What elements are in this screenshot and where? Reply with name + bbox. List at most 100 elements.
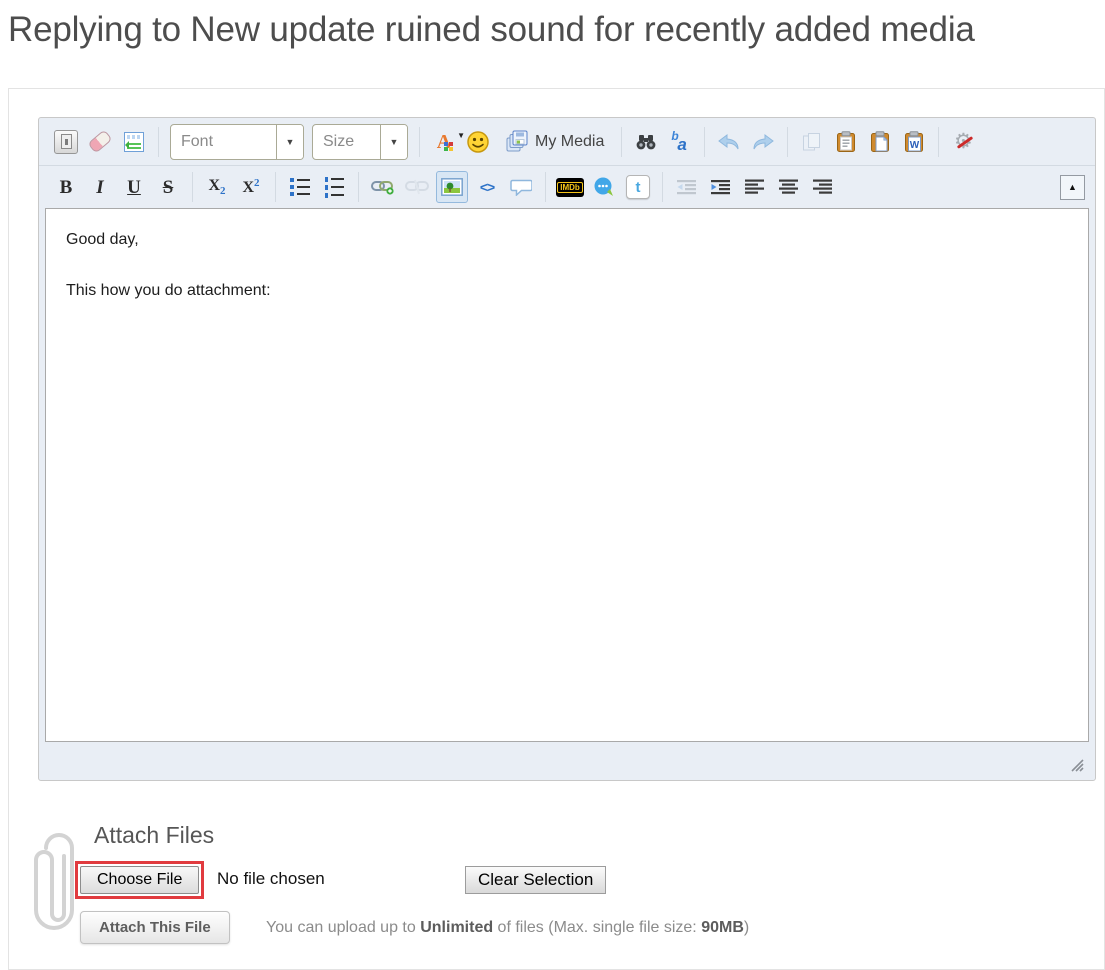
my-media-button[interactable]: My Media (497, 127, 612, 157)
twitter-icon: t (626, 175, 650, 199)
numbered-list-button[interactable] (319, 172, 349, 202)
font-select-label: Font (181, 132, 214, 150)
cleanup-formatting-button[interactable]: ⚙ (948, 127, 978, 157)
toggle-side-panel-button[interactable] (119, 127, 149, 157)
redo-button[interactable] (748, 127, 778, 157)
align-left-icon (745, 179, 764, 194)
font-color-button[interactable]: A ▼ (429, 127, 465, 157)
font-select[interactable]: Font ▼ (170, 123, 304, 160)
light-switch-icon (54, 129, 78, 154)
choose-file-button[interactable]: Choose File (80, 866, 200, 894)
undo-arrow-icon (718, 133, 739, 149)
copy-icon (803, 132, 821, 150)
find-button[interactable] (631, 127, 661, 157)
align-left-button[interactable] (740, 172, 770, 202)
subscript-button[interactable]: X2 (202, 172, 232, 202)
toolbar-separator (662, 172, 663, 202)
toolbar-separator (545, 172, 546, 202)
outdent-button[interactable] (672, 172, 702, 202)
toolbar-separator (938, 126, 940, 157)
image-icon (441, 178, 463, 196)
code-button[interactable]: <> (472, 172, 502, 202)
my-media-label: My Media (535, 132, 605, 150)
svg-text:W: W (910, 140, 920, 151)
quote-bubble-icon (510, 179, 532, 196)
rich-text-editor: Font ▼ Size ▼ A ▼ (38, 117, 1096, 781)
toolbar-separator (158, 126, 159, 157)
replace-icon: b a (671, 128, 687, 154)
my-media-icon (506, 130, 528, 151)
insert-link-button[interactable] (368, 172, 398, 202)
clear-selection-button[interactable]: Clear Selection (465, 866, 607, 894)
editor-toolbar-row2: B I U S X2 X2 <> IMDb t ▲ (39, 166, 1095, 208)
copy-button[interactable] (797, 127, 827, 157)
eraser-icon (87, 129, 113, 154)
upload-limit-text: You can upload up to Unlimited of files … (266, 919, 750, 936)
collapse-toolbar-button[interactable]: ▲ (1060, 174, 1085, 200)
italic-button[interactable]: I (85, 172, 115, 202)
toolbar-separator (192, 172, 193, 202)
attach-files-heading: Attach Files (94, 822, 215, 848)
binoculars-icon (636, 134, 656, 149)
subscript-icon: X2 (208, 176, 226, 197)
insert-image-button[interactable] (436, 171, 468, 203)
replace-button[interactable]: b a (665, 127, 695, 157)
paste-from-word-button[interactable]: W (899, 127, 929, 157)
outdent-icon (677, 180, 696, 195)
code-icon: <> (479, 179, 495, 195)
editor-toolbar-row1: Font ▼ Size ▼ A ▼ (39, 118, 1095, 166)
imdb-button[interactable]: IMDb (555, 172, 585, 202)
align-right-button[interactable] (808, 172, 838, 202)
unlink-icon (405, 179, 429, 195)
toolbar-separator (419, 126, 420, 157)
strikethrough-icon: S (162, 176, 174, 198)
chevron-down-icon[interactable]: ▼ (380, 124, 407, 159)
editor-paragraph: This how you do attachment: (66, 282, 271, 299)
chevron-down-icon[interactable]: ▼ (276, 124, 303, 159)
paste-text-icon (871, 130, 890, 152)
indent-icon (711, 180, 730, 195)
panel-icon (124, 131, 144, 152)
quote-button[interactable] (506, 172, 536, 202)
bold-button[interactable]: B (51, 172, 81, 202)
toolbar-separator (704, 126, 706, 157)
align-center-button[interactable] (774, 172, 804, 202)
indent-button[interactable] (706, 172, 736, 202)
resize-grip-icon[interactable] (1069, 758, 1085, 772)
upload-limit-value: Unlimited (420, 919, 494, 936)
underline-icon: U (127, 176, 141, 198)
attach-this-file-button[interactable]: Attach This File (80, 911, 230, 944)
size-select[interactable]: Size ▼ (312, 123, 408, 160)
twitter-button[interactable]: t (623, 172, 653, 202)
superscript-icon: X2 (242, 177, 260, 196)
bullet-list-button[interactable] (285, 172, 315, 202)
remove-link-button[interactable] (402, 172, 432, 202)
toolbar-separator (275, 172, 276, 202)
strikethrough-button[interactable]: S (153, 172, 183, 202)
spoiler-chat-button[interactable] (589, 172, 619, 202)
toolbar-separator (358, 172, 359, 202)
paste-icon (837, 130, 856, 152)
undo-button[interactable] (714, 127, 744, 157)
chat-bubble-icon (594, 177, 613, 196)
align-center-icon (779, 179, 798, 194)
choose-file-highlight-box: Choose File (75, 861, 205, 899)
size-select-label: Size (323, 132, 355, 150)
paste-button[interactable] (831, 127, 861, 157)
superscript-button[interactable]: X2 (236, 172, 266, 202)
remove-format-button[interactable] (85, 127, 115, 157)
underline-button[interactable]: U (119, 172, 149, 202)
collapse-toolbar-icon: ▲ (1068, 182, 1077, 192)
redo-arrow-icon (753, 133, 775, 149)
toolbar-separator (787, 126, 789, 157)
editor-content[interactable]: Good day, This how you do attachment: (45, 208, 1089, 742)
page-title: Replying to New update ruined sound for … (8, 10, 975, 49)
editor-paragraph: Good day, (66, 231, 139, 248)
italic-icon: I (96, 176, 104, 198)
emoticon-button[interactable] (463, 127, 493, 157)
source-mode-toggle-button[interactable] (51, 127, 81, 157)
paste-plain-text-button[interactable] (865, 127, 895, 157)
align-right-icon (813, 179, 832, 194)
toolbar-separator (621, 126, 623, 157)
bold-icon: B (59, 176, 73, 198)
